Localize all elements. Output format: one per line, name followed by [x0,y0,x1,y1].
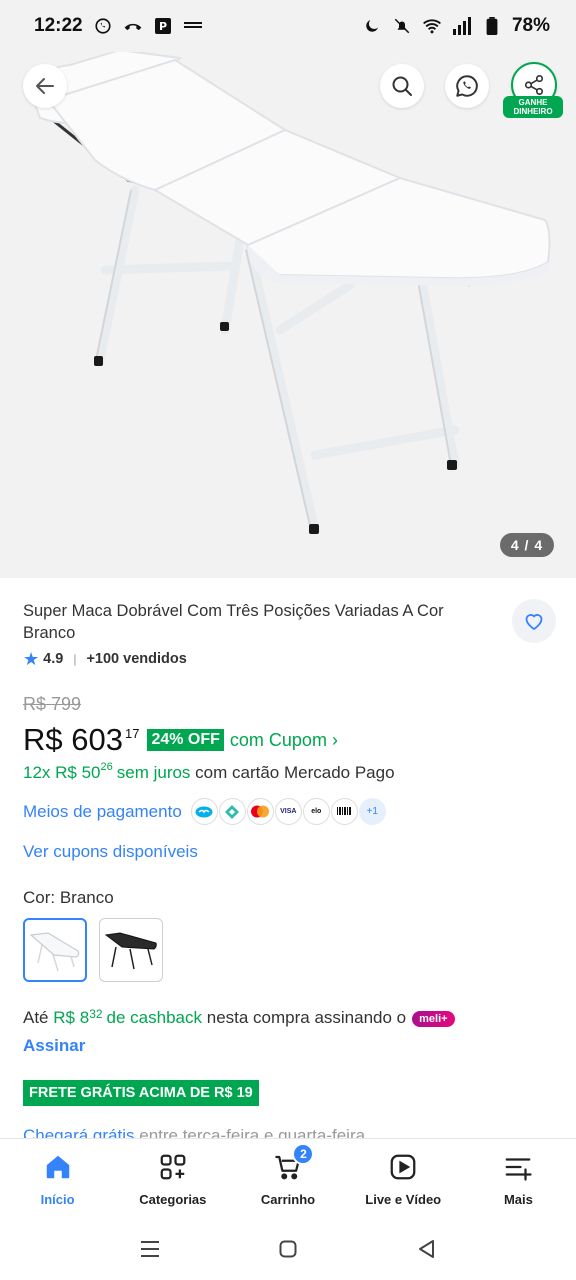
product-title: Super Maca Dobrável Com Três Posições Va… [23,602,444,642]
image-counter: 4 / 4 [500,533,554,557]
menu-lines-icon [141,1241,159,1257]
whatsapp-icon [93,16,113,36]
nav-item-more[interactable]: Mais [461,1139,576,1218]
product-image [28,48,551,535]
nav-item-live-video[interactable]: Live e Vídeo [346,1139,461,1218]
search-button[interactable] [380,64,424,108]
cashback-label: de cashback [106,1008,202,1027]
battery-icon [482,16,502,36]
elo-icon: elo [302,798,330,825]
interest-free: sem juros [116,763,191,782]
triangle-back-icon [419,1240,434,1258]
free-shipping-badge: FRETE GRÁTIS ACIMA DE R$ 19 [23,1080,259,1106]
back-button[interactable] [23,64,67,108]
heart-icon [525,614,543,630]
payment-methods-link[interactable]: Meios de pagamento [23,802,182,822]
meli-plus-badge: meli+ [412,1011,455,1027]
delivery-info: Chegará grátis entre terça-feira e quart… [23,1126,365,1138]
home-icon [42,1151,74,1183]
recent-apps-button[interactable] [81,1240,219,1258]
cashback-prefix: Até [23,1008,49,1027]
price-row: R$ 603 17 24% OFF com Cupom › [23,722,338,758]
delivery-date-text: entre terça-feira e quarta-feira [134,1126,366,1138]
cashback-cents: 32 [89,1007,103,1021]
clock: 12:22 [34,15,83,36]
boleto-icon [330,798,358,825]
system-navigation [0,1218,576,1280]
more-icon [502,1151,534,1183]
coupon-link[interactable]: com Cupom › [230,729,338,751]
current-price: R$ 603 [23,722,123,757]
nav-label: Mais [503,1192,533,1207]
white-bed-thumbnail [29,932,80,972]
product-gallery[interactable]: GANHE DINHEIRO 4 / 4 [0,0,576,578]
whatsapp-icon [456,75,478,97]
cashback-suffix: nesta compra assinando o [206,1008,407,1027]
color-label: Cor: Branco [23,888,114,907]
square-icon [279,1240,297,1258]
installments-row: 12x R$ 50 26 sem juros com cartão Mercad… [23,761,395,783]
rating-score: 4.9 [43,651,64,667]
star-icon: ★ [23,649,40,669]
color-option-black[interactable] [99,918,163,982]
earn-money-badge: GANHE DINHEIRO [503,96,563,118]
installment-amount: 12x R$ 50 [23,763,101,782]
mastercard-icon [246,798,274,825]
nav-label: Live e Vídeo [365,1192,442,1207]
installment-cents: 26 [100,761,113,773]
status-bar: 12:22 P 78% [0,0,576,52]
delivery-free-text: Chegará grátis [23,1126,135,1138]
cart-count-badge: 2 [292,1143,315,1165]
discount-badge: 24% OFF [147,729,224,751]
signal-icon [452,16,472,36]
share-icon [524,75,544,95]
black-bed-thumbnail [104,932,157,970]
cashback-row: Até R$ 8 32 de cashback nesta compra ass… [23,1007,455,1028]
color-option-white[interactable] [23,918,87,982]
arrow-left-icon [36,78,54,94]
favorite-button[interactable] [512,599,556,643]
battery-level: 78% [511,15,550,36]
whatsapp-share-button[interactable] [445,64,489,108]
visa-icon: VISA [274,798,302,825]
mute-icon [392,16,412,36]
subscribe-link[interactable]: Assinar [23,1036,85,1056]
wifi-icon [422,16,442,36]
cashback-amount: R$ 8 [53,1008,90,1027]
svg-text:P: P [159,20,167,33]
installment-card-text: com cartão Mercado Pago [195,763,395,782]
nav-item-categories[interactable]: Categorias [115,1139,230,1218]
rating-row[interactable]: ★ 4.9 | +100 vendidos [23,650,187,668]
payment-methods-row[interactable]: Meios de pagamento VISA elo +1 [23,798,386,825]
do-not-disturb-icon [362,16,382,36]
original-price: R$ 799 [23,694,82,714]
call-icon [123,16,143,36]
nav-label: Carrinho [260,1192,316,1207]
bottom-navigation: Início Categorias 2 Carrinho Live e Víde… [0,1138,576,1218]
view-coupons-link[interactable]: Ver cupons disponíveis [23,842,198,862]
pix-icon [218,798,246,825]
mercado-pago-icon [190,798,218,825]
nav-item-cart[interactable]: 2 Carrinho [230,1139,345,1218]
video-icon [387,1151,419,1183]
news-app-icon [183,16,203,36]
current-price-cents: 17 [124,726,140,741]
back-system-button[interactable] [357,1239,495,1259]
sold-count: +100 vendidos [86,651,187,667]
search-icon [392,76,412,96]
nav-label: Categorias [139,1192,207,1207]
home-system-button[interactable] [219,1240,357,1258]
nav-item-home[interactable]: Início [0,1139,115,1218]
more-payment-methods[interactable]: +1 [358,798,386,825]
categories-icon [157,1151,189,1183]
divider: | [73,652,77,666]
nav-label: Início [40,1192,75,1207]
parking-app-icon: P [153,16,173,36]
